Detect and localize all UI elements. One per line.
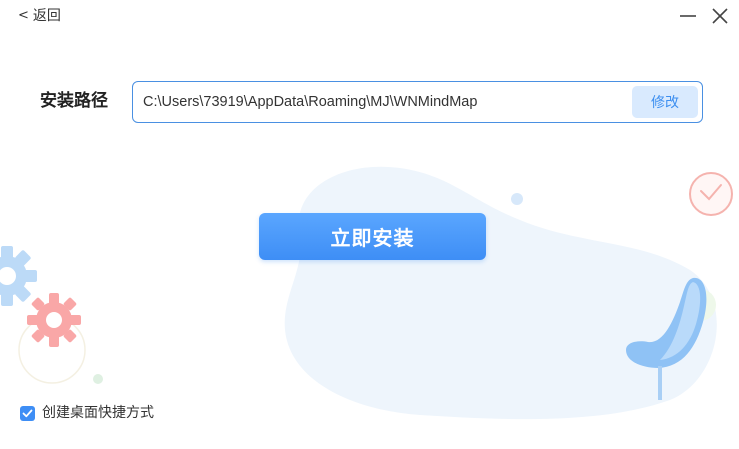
minimize-icon: [680, 15, 696, 17]
chair-illustration: [626, 277, 707, 400]
decor-dot-blue: [511, 193, 523, 205]
gear-red-icon: [27, 293, 81, 347]
minimize-button[interactable]: [676, 4, 700, 28]
installer-window: < 返回 安装路径 C:\Users\73919\AppData\Roaming…: [0, 0, 739, 449]
modify-path-button[interactable]: 修改: [632, 86, 698, 118]
checkmark-icon: [22, 409, 33, 417]
close-button[interactable]: [708, 4, 732, 28]
install-path-value[interactable]: C:\Users\73919\AppData\Roaming\MJ\WNMind…: [143, 92, 477, 112]
install-path-label: 安装路径: [40, 91, 108, 111]
decor-dot-green: [93, 374, 103, 384]
back-label: 返回: [32, 8, 61, 24]
create-shortcut-checkbox[interactable]: [20, 405, 35, 421]
clock-icon: [689, 172, 733, 216]
install-now-button[interactable]: 立即安装: [259, 213, 486, 260]
create-shortcut-label: 创建桌面快捷方式: [42, 405, 154, 421]
back-button[interactable]: < 返回: [18, 6, 61, 26]
create-shortcut-option[interactable]: 创建桌面快捷方式: [20, 404, 154, 422]
close-icon: [712, 8, 728, 24]
chevron-left-icon: <: [18, 8, 29, 23]
install-path-field[interactable]: C:\Users\73919\AppData\Roaming\MJ\WNMind…: [132, 81, 703, 123]
